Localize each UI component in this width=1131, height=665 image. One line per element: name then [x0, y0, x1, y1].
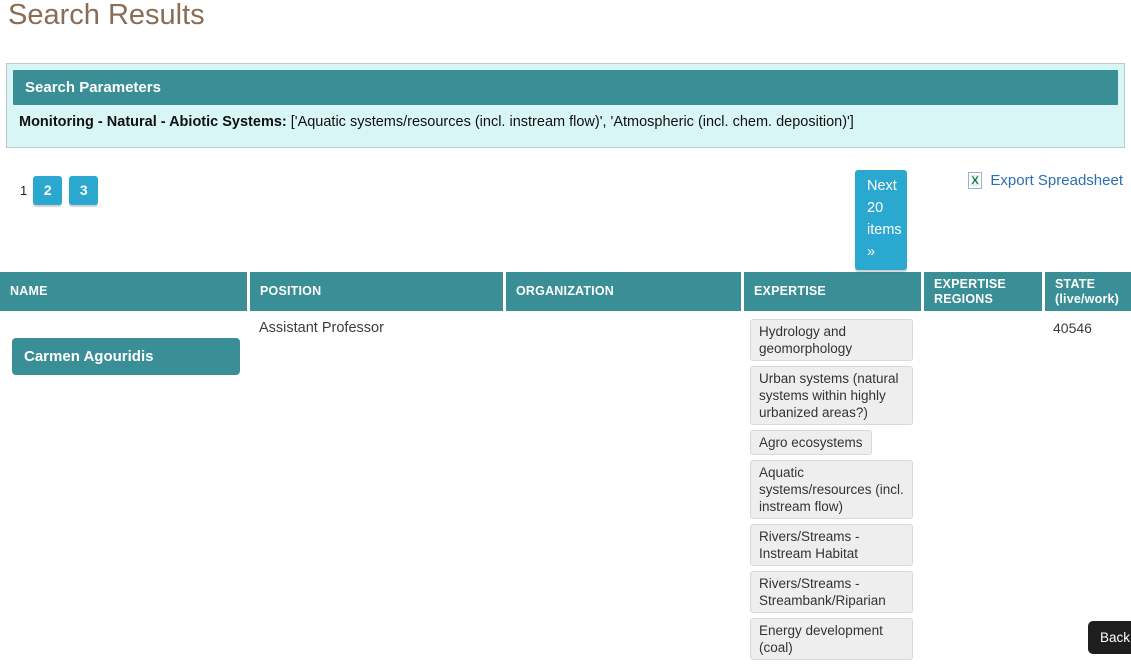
search-parameter-value: ['Aquatic systems/resources (incl. instr…	[291, 114, 854, 130]
export-spreadsheet-link[interactable]: X Export Spreadsheet	[966, 172, 1123, 189]
table-header-row: NAME POSITION ORGANIZATION EXPERTISE EXP…	[0, 272, 1131, 311]
cell-state: 40546	[1042, 311, 1131, 665]
pagination-page-3-button[interactable]: 3	[69, 176, 98, 205]
next-20-items-button[interactable]: Next 20 items »	[855, 170, 907, 270]
svg-text:X: X	[972, 175, 980, 187]
search-parameters-header: Search Parameters	[13, 70, 1118, 105]
page-title: Search Results	[0, 0, 1131, 30]
cell-name: Carmen Agouridis	[0, 311, 247, 665]
column-header-expertise-regions: EXPERTISE REGIONS	[921, 272, 1042, 311]
expertise-tag: Agro ecosystems	[750, 430, 872, 455]
pagination-page-2-button[interactable]: 2	[33, 176, 62, 205]
expertise-tag: Hydrology and geomorphology	[750, 319, 913, 361]
export-spreadsheet-label: Export Spreadsheet	[990, 172, 1123, 189]
expertise-tag: Aquatic systems/resources (incl. instrea…	[750, 460, 913, 519]
expertise-tag: Urban systems (natural systems within hi…	[750, 366, 913, 425]
results-toolbar: 1 2 3 Next 20 items » X Export Spreadshe…	[0, 170, 1131, 267]
back-to-top-button[interactable]: Back to Top	[1088, 621, 1131, 654]
person-name-button[interactable]: Carmen Agouridis	[12, 338, 240, 375]
search-parameters-line: Monitoring - Natural - Abiotic Systems: …	[13, 105, 1118, 141]
column-header-name: NAME	[0, 272, 247, 311]
expertise-tag: Energy development (coal)	[750, 618, 913, 660]
column-header-state: STATE (live/work)	[1042, 272, 1131, 311]
search-parameters-panel: Search Parameters Monitoring - Natural -…	[6, 63, 1125, 148]
excel-icon: X	[966, 172, 983, 189]
cell-organization	[503, 311, 741, 665]
column-header-position: POSITION	[247, 272, 503, 311]
results-table: NAME POSITION ORGANIZATION EXPERTISE EXP…	[0, 272, 1131, 665]
column-header-organization: ORGANIZATION	[503, 272, 741, 311]
cell-expertise: Hydrology and geomorphology Urban systems…	[741, 311, 921, 665]
cell-expertise-regions	[921, 311, 1042, 665]
table-row: Carmen Agouridis Assistant Professor Hyd…	[0, 311, 1131, 665]
cell-position: Assistant Professor	[247, 311, 503, 665]
expertise-tag: Rivers/Streams - Streambank/Riparian	[750, 571, 913, 613]
pagination-current-page: 1	[20, 183, 27, 198]
column-header-expertise: EXPERTISE	[741, 272, 921, 311]
expertise-tag: Rivers/Streams - Instream Habitat	[750, 524, 913, 566]
search-parameter-label: Monitoring - Natural - Abiotic Systems:	[19, 114, 287, 130]
pagination: 1 2 3	[20, 176, 105, 205]
